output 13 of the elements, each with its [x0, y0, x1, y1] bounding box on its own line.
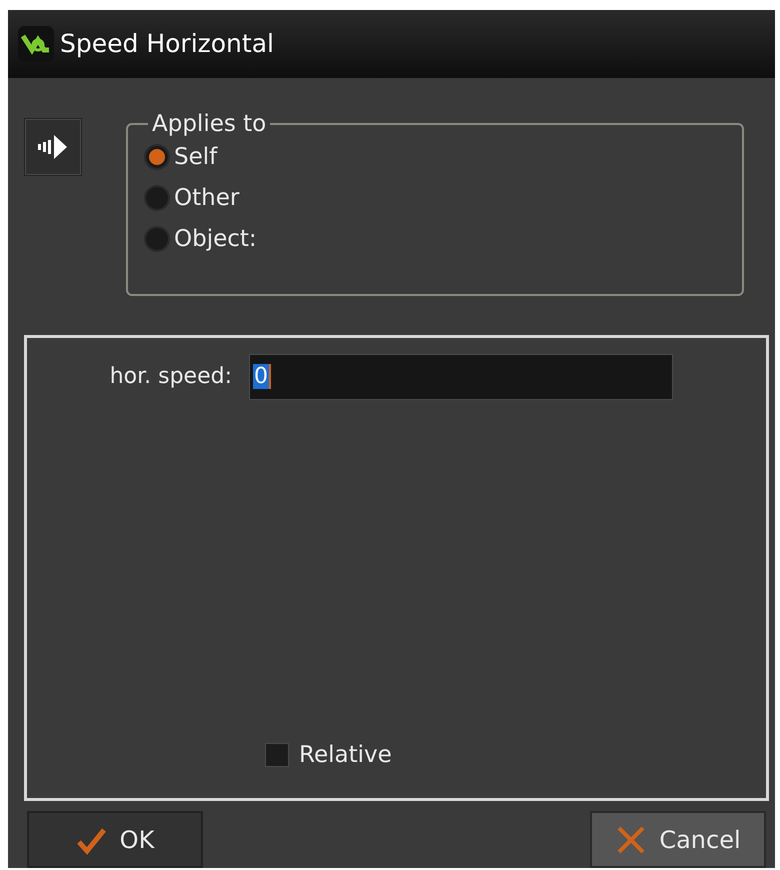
window-title: Speed Horizontal — [60, 29, 274, 58]
relative-checkbox[interactable]: Relative — [265, 742, 392, 768]
ok-button[interactable]: OK — [27, 811, 203, 868]
close-icon — [615, 824, 648, 856]
group-label: Applies to — [151, 110, 268, 137]
radio-option[interactable]: Self — [144, 136, 218, 178]
arrow-button[interactable] — [24, 118, 82, 176]
field-label: hor. speed: — [108, 364, 233, 390]
radio-option[interactable]: Other — [144, 178, 240, 219]
cancel-button[interactable]: Cancel — [590, 811, 766, 868]
radio-option[interactable]: Object: — [144, 218, 257, 260]
arrow-icon — [38, 134, 68, 160]
input-field[interactable]: 0 — [249, 354, 673, 400]
